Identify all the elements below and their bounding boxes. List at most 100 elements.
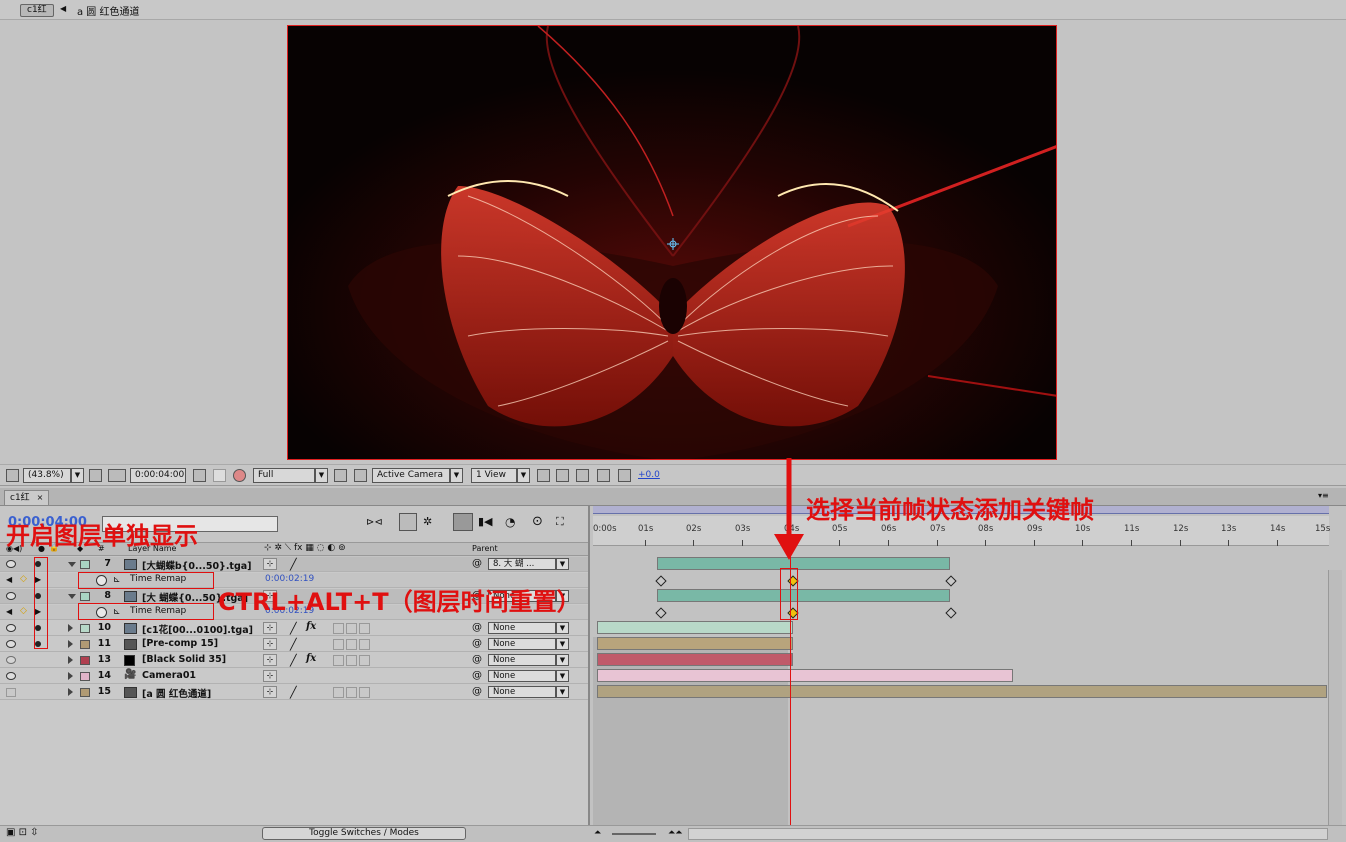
pickwhip-icon[interactable]: @	[472, 638, 482, 649]
switches-header-icons[interactable]: ⊹ ✲ ⟍ fx ▦ ◌ ◐ ⊚	[264, 543, 346, 553]
brainstorm-icon[interactable]: ⊙	[532, 514, 543, 529]
parent-dropdown-arrow-icon[interactable]: ▼	[556, 638, 569, 650]
exposure-value[interactable]: +0.0	[638, 470, 660, 480]
layer-label-color[interactable]	[80, 560, 90, 569]
layer-name[interactable]: [a 圆 红色通道]	[142, 686, 211, 700]
shy-switch-icon[interactable]: ⊹	[263, 558, 277, 570]
pickwhip-icon[interactable]: @	[472, 558, 482, 569]
layer-label-color[interactable]	[80, 624, 90, 633]
live-update-icon[interactable]	[399, 513, 417, 531]
pickwhip-icon[interactable]: @	[472, 670, 482, 681]
zoom-slider[interactable]	[612, 833, 656, 835]
eye-visibility-icon[interactable]	[6, 672, 16, 680]
timeline-vertical-scrollbar[interactable]	[1328, 570, 1342, 825]
quality-switch-icon[interactable]: ╱	[290, 654, 297, 667]
fast-previews-icon[interactable]	[334, 469, 347, 482]
switch-box[interactable]	[346, 655, 357, 666]
add-keyframe-icon[interactable]: ◇	[20, 606, 27, 616]
reset-exposure-icon[interactable]	[618, 469, 631, 482]
layer-name[interactable]: [大蝴蝶b{0...50}.tga]	[142, 558, 252, 572]
layer-label-color[interactable]	[80, 592, 90, 601]
twirl-right-icon[interactable]	[68, 688, 73, 696]
resolution-dropdown-arrow-icon[interactable]: ▼	[315, 468, 328, 483]
quality-switch-icon[interactable]: ╱	[290, 638, 297, 651]
pixel-aspect-icon[interactable]	[537, 469, 550, 482]
toggle-switches-modes-button[interactable]: Toggle Switches / Modes	[262, 827, 466, 840]
keyframe-end[interactable]	[945, 575, 957, 587]
parent-dropdown-arrow-icon[interactable]: ▼	[556, 670, 569, 682]
layer-label-color[interactable]	[80, 640, 90, 649]
transparency-grid-icon[interactable]	[354, 469, 367, 482]
always-preview-icon[interactable]	[6, 469, 19, 482]
prev-keyframe-icon[interactable]: ◀	[6, 607, 12, 616]
layer-duration-bar[interactable]	[597, 637, 793, 650]
keyframe-start[interactable]	[655, 575, 667, 587]
switch-box[interactable]	[333, 623, 344, 634]
layer-duration-bar[interactable]	[597, 653, 793, 666]
parent-dropdown[interactable]: None	[488, 670, 556, 682]
layer-duration-bar[interactable]	[597, 669, 1013, 682]
layer-row[interactable]: 13 [Black Solid 35] ⊹ ╱ fx @ None ▼	[0, 653, 588, 668]
composition-viewer[interactable]	[0, 20, 1346, 464]
comp-mini-flowchart-icon[interactable]: ⊳⊲	[366, 517, 383, 528]
parent-dropdown[interactable]: None	[488, 686, 556, 698]
timeline-tab-c1[interactable]: c1红 ×	[4, 490, 50, 505]
layer-label-color[interactable]	[80, 656, 90, 665]
layer-name[interactable]: [c1花[00...0100].tga]	[142, 622, 253, 636]
parent-dropdown-arrow-icon[interactable]: ▼	[556, 558, 569, 570]
layer-row[interactable]: 11 [Pre-comp 15] ⊹ ╱ @ None ▼	[0, 637, 588, 652]
parent-dropdown-arrow-icon[interactable]: ▼	[556, 622, 569, 634]
resolution-grid-icon[interactable]	[89, 469, 102, 482]
twirl-down-icon[interactable]	[68, 562, 76, 567]
pickwhip-icon[interactable]: @	[472, 686, 482, 697]
quality-switch-icon[interactable]: ╱	[290, 558, 297, 571]
layer-name[interactable]: [Pre-comp 15]	[142, 638, 218, 649]
parent-dropdown[interactable]: None	[488, 654, 556, 666]
zoom-dropdown[interactable]: (43.8%)	[23, 468, 71, 483]
layer-duration-bar[interactable]	[657, 589, 950, 602]
keyframe-end[interactable]	[945, 607, 957, 619]
parent-dropdown-arrow-icon[interactable]: ▼	[556, 654, 569, 666]
twirl-right-icon[interactable]	[68, 624, 73, 632]
switch-box[interactable]	[346, 639, 357, 650]
comp-breadcrumb-button[interactable]: c1红	[20, 4, 54, 17]
view-layout-dropdown[interactable]: 1 View	[471, 468, 517, 483]
layer-row[interactable]: 15 [a 圆 红色通道] ⊹ ╱ @ None ▼	[0, 685, 588, 700]
eye-visibility-icon[interactable]	[6, 656, 16, 664]
switch-box[interactable]	[333, 687, 344, 698]
frame-blending-icon[interactable]: ▮◀	[478, 515, 493, 528]
add-keyframe-icon[interactable]: ◇	[20, 574, 27, 584]
quality-switch-icon[interactable]: ╱	[290, 686, 297, 699]
snapshot-camera-icon[interactable]	[193, 469, 206, 482]
layer-duration-bar[interactable]	[597, 621, 793, 634]
flowchart-icon[interactable]	[597, 469, 610, 482]
region-of-interest-icon[interactable]	[108, 469, 126, 482]
breadcrumb-layer-path[interactable]: a 圆 红色通道	[77, 3, 140, 18]
pickwhip-icon[interactable]: @	[472, 654, 482, 665]
shy-switch-icon[interactable]: ⊹	[263, 638, 277, 650]
camera-view-dropdown[interactable]: Active Camera	[372, 468, 450, 483]
camera-dropdown-arrow-icon[interactable]: ▼	[450, 468, 463, 483]
current-time-display[interactable]: 0:00:04:00	[130, 468, 186, 483]
twirl-down-icon[interactable]	[68, 594, 76, 599]
eye-visibility-icon[interactable]	[6, 560, 16, 568]
layer-duration-bar[interactable]	[597, 685, 1327, 698]
shy-switch-icon[interactable]: ⊹	[263, 654, 277, 666]
shy-switch-icon[interactable]: ⊹	[263, 686, 277, 698]
column-parent[interactable]: Parent	[472, 544, 498, 553]
graph-editor-icon[interactable]: ⛶	[556, 515, 564, 529]
parent-dropdown[interactable]: None	[488, 638, 556, 650]
layer-switches-toggle-icon[interactable]: ▣ ⊡ ⇳	[6, 827, 39, 838]
comp-flowchart-icon[interactable]	[576, 469, 589, 482]
quality-switch-icon[interactable]: ╱	[290, 622, 297, 635]
channel-rgb-icon[interactable]	[233, 469, 246, 482]
switch-box[interactable]	[333, 639, 344, 650]
zoom-out-icon[interactable]: ⏶	[594, 828, 601, 838]
eye-visibility-icon[interactable]	[6, 592, 16, 600]
switch-box[interactable]	[346, 687, 357, 698]
switch-box[interactable]	[333, 655, 344, 666]
parent-dropdown[interactable]: None	[488, 622, 556, 634]
switch-box[interactable]	[359, 687, 370, 698]
shy-switch-icon[interactable]: ⊹	[263, 622, 277, 634]
switch-box[interactable]	[359, 655, 370, 666]
